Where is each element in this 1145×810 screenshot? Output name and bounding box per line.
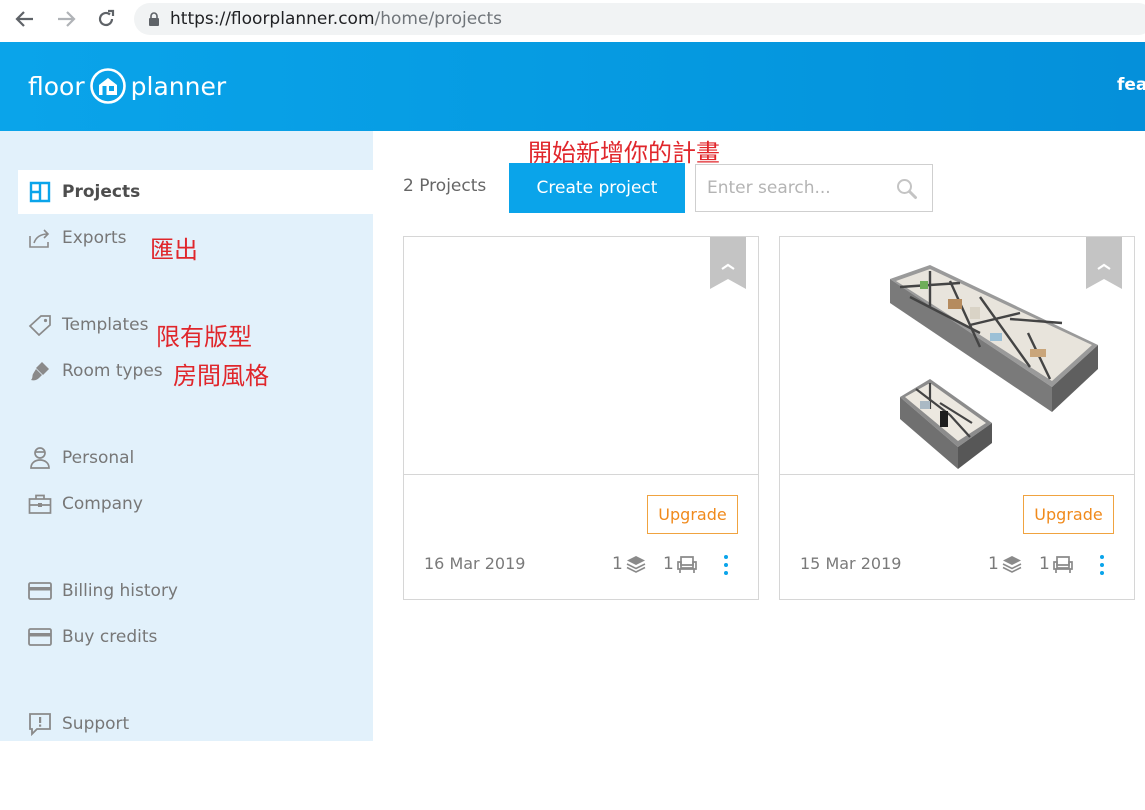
sidebar-item-label: Projects bbox=[62, 182, 141, 202]
sidebar-item-company[interactable]: Company bbox=[18, 482, 373, 526]
forward-button[interactable] bbox=[53, 8, 79, 30]
floor-count-value: 1 bbox=[612, 554, 623, 574]
floor-count-value: 1 bbox=[988, 554, 999, 574]
item-count-value: 1 bbox=[663, 554, 674, 574]
projects-icon bbox=[28, 180, 52, 204]
reload-icon bbox=[98, 9, 115, 27]
project-date: 16 Mar 2019 bbox=[424, 554, 526, 573]
brush-icon bbox=[28, 359, 52, 383]
upgrade-button[interactable]: Upgrade bbox=[1023, 495, 1114, 534]
url-text: https://floorplanner.com/home/projects bbox=[170, 9, 502, 29]
armchair-icon bbox=[676, 556, 697, 573]
dot-icon bbox=[724, 571, 728, 575]
project-card[interactable]: Upgrade 15 Mar 2019 1 1 bbox=[779, 236, 1135, 600]
address-bar[interactable]: https://floorplanner.com/home/projects bbox=[134, 3, 1145, 35]
sidebar-item-label: Templates bbox=[62, 315, 149, 335]
item-count: 1 bbox=[1039, 553, 1073, 575]
logo-text-left: floor bbox=[28, 71, 85, 101]
floor-count: 1 bbox=[612, 553, 646, 575]
back-button[interactable] bbox=[12, 8, 38, 30]
layers-icon bbox=[626, 556, 646, 573]
sidebar-item-label: Billing history bbox=[62, 581, 178, 601]
create-project-button[interactable]: Create project bbox=[509, 163, 685, 213]
sidebar-item-label: Exports bbox=[62, 228, 127, 248]
more-options-button[interactable] bbox=[1098, 555, 1106, 575]
sidebar-item-buy-credits[interactable]: Buy credits bbox=[18, 615, 373, 659]
dot-icon bbox=[1100, 571, 1104, 575]
sidebar-item-label: Room types bbox=[62, 361, 163, 381]
dot-icon bbox=[1100, 555, 1104, 559]
arrow-left-icon bbox=[15, 11, 33, 27]
sidebar-item-billing-history[interactable]: Billing history bbox=[18, 569, 373, 613]
url-path: /home/projects bbox=[374, 9, 503, 29]
sidebar-item-label: Personal bbox=[62, 448, 135, 468]
sidebar-item-personal[interactable]: Personal bbox=[18, 436, 373, 480]
credit-card-icon bbox=[28, 579, 52, 603]
url-host: https://floorplanner.com bbox=[170, 9, 375, 29]
item-count: 1 bbox=[663, 553, 697, 575]
project-thumbnail[interactable] bbox=[780, 237, 1134, 475]
project-count: 2 Projects bbox=[403, 176, 487, 196]
annotation-room-types: 房間風格 bbox=[173, 362, 269, 390]
floor-count: 1 bbox=[988, 553, 1022, 575]
arrow-right-icon bbox=[58, 11, 76, 27]
floorplanner-logo[interactable]: floor planner bbox=[28, 66, 226, 106]
lock-icon bbox=[149, 12, 159, 26]
tag-icon bbox=[28, 313, 52, 337]
project-thumbnail[interactable] bbox=[404, 237, 758, 475]
dot-icon bbox=[724, 563, 728, 567]
credit-card-icon bbox=[28, 625, 52, 649]
user-menu[interactable]: fea bbox=[1117, 75, 1145, 95]
search-icon[interactable] bbox=[896, 178, 918, 200]
support-chat-icon bbox=[28, 712, 52, 736]
project-card[interactable]: Upgrade 16 Mar 2019 1 1 bbox=[403, 236, 759, 600]
bookmark-icon[interactable] bbox=[1086, 237, 1122, 289]
sidebar-item-label: Buy credits bbox=[62, 627, 158, 647]
more-options-button[interactable] bbox=[722, 555, 730, 575]
logo-house-icon bbox=[89, 68, 126, 104]
logo-text-right: planner bbox=[130, 71, 227, 101]
item-count-value: 1 bbox=[1039, 554, 1050, 574]
project-date: 15 Mar 2019 bbox=[800, 554, 902, 573]
sidebar-item-support[interactable]: Support bbox=[18, 702, 373, 746]
briefcase-icon bbox=[28, 492, 52, 516]
sidebar-item-label: Support bbox=[62, 714, 130, 734]
sidebar-item-projects[interactable]: Projects bbox=[18, 170, 373, 214]
user-icon bbox=[28, 446, 52, 470]
search-input[interactable] bbox=[707, 178, 887, 198]
layers-icon bbox=[1002, 556, 1022, 573]
floorplan-3d-thumbnail bbox=[890, 265, 1098, 469]
browser-toolbar: https://floorplanner.com/home/projects bbox=[0, 0, 1145, 42]
reload-button[interactable] bbox=[93, 8, 119, 30]
upgrade-button[interactable]: Upgrade bbox=[647, 495, 738, 534]
bookmark-icon[interactable] bbox=[710, 237, 746, 289]
search-box bbox=[695, 164, 933, 212]
app-header: floor planner fea bbox=[0, 42, 1145, 131]
dot-icon bbox=[1100, 563, 1104, 567]
annotation-templates: 限有版型 bbox=[156, 323, 252, 351]
annotation-exports: 匯出 bbox=[150, 236, 198, 264]
armchair-icon bbox=[1052, 556, 1073, 573]
dot-icon bbox=[724, 555, 728, 559]
sidebar-item-label: Company bbox=[62, 494, 143, 514]
exports-icon bbox=[28, 226, 52, 250]
